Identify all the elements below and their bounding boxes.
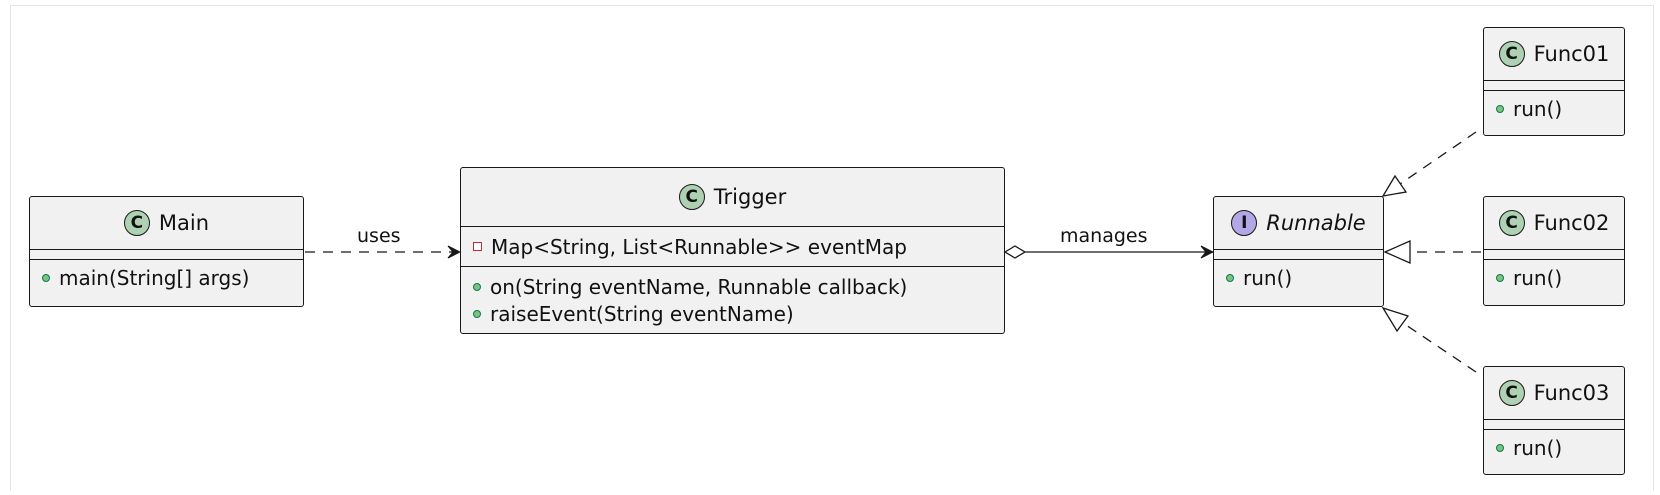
class-func01-name: Func01 xyxy=(1533,42,1610,66)
class-trigger-name: Trigger xyxy=(713,185,787,209)
class-func01-fields xyxy=(1484,81,1624,91)
field-text: Map<String, List<Runnable>> eventMap xyxy=(491,234,907,259)
class-main[interactable]: C Main main(String[] args) xyxy=(29,196,304,307)
edge-func01-realizes-runnable xyxy=(1381,131,1477,197)
class-stereotype-icon: C xyxy=(123,210,150,236)
interface-runnable-header: I Runnable xyxy=(1214,197,1383,250)
interface-stereotype-icon: I xyxy=(1231,210,1258,236)
class-func01[interactable]: C Func01 run() xyxy=(1483,27,1625,136)
class-stereotype-icon: C xyxy=(1498,41,1525,67)
public-visibility-icon xyxy=(1226,273,1234,282)
edge-label-manages: manages xyxy=(1060,225,1148,247)
class-main-name: Main xyxy=(158,211,210,235)
method-text: on(String eventName, Runnable callback) xyxy=(490,274,908,299)
interface-runnable-methods: run() xyxy=(1214,260,1383,291)
class-func01-header: C Func01 xyxy=(1484,28,1624,81)
class-func02-header: C Func02 xyxy=(1484,197,1624,250)
method-row: run() xyxy=(1226,264,1373,291)
class-func02-methods: run() xyxy=(1484,260,1624,291)
class-trigger-header: C Trigger xyxy=(461,168,1004,227)
method-row: on(String eventName, Runnable callback) xyxy=(473,273,994,300)
class-func02-fields xyxy=(1484,250,1624,260)
public-visibility-icon xyxy=(1496,273,1504,282)
interface-runnable-name: Runnable xyxy=(1266,211,1366,235)
edge-func02-realizes-runnable xyxy=(1383,240,1481,264)
class-func02[interactable]: C Func02 run() xyxy=(1483,196,1625,306)
private-visibility-icon xyxy=(473,242,482,251)
class-func03-header: C Func03 xyxy=(1484,367,1624,420)
method-row: run() xyxy=(1496,95,1614,122)
class-func02-name: Func02 xyxy=(1533,211,1610,235)
edge-func03-realizes-runnable xyxy=(1381,306,1477,373)
interface-runnable-fields xyxy=(1214,250,1383,260)
method-row: raiseEvent(String eventName) xyxy=(473,300,994,327)
class-func01-methods: run() xyxy=(1484,91,1624,122)
public-visibility-icon xyxy=(1496,104,1504,113)
class-main-fields xyxy=(30,250,303,260)
method-row: run() xyxy=(1496,434,1614,461)
method-text: main(String[] args) xyxy=(59,265,250,290)
public-visibility-icon xyxy=(1496,443,1504,452)
method-text: raiseEvent(String eventName) xyxy=(490,301,794,326)
class-stereotype-icon: C xyxy=(1498,210,1525,236)
field-row: Map<String, List<Runnable>> eventMap xyxy=(473,233,994,260)
method-text: run() xyxy=(1513,96,1563,121)
class-trigger-fields: Map<String, List<Runnable>> eventMap xyxy=(461,227,1004,267)
class-trigger[interactable]: C Trigger Map<String, List<Runnable>> ev… xyxy=(460,167,1005,334)
public-visibility-icon xyxy=(42,273,50,282)
edge-trigger-manages-runnable xyxy=(1003,245,1213,259)
class-func03-fields xyxy=(1484,420,1624,430)
method-text: run() xyxy=(1243,265,1293,290)
class-func03[interactable]: C Func03 run() xyxy=(1483,366,1625,475)
public-visibility-icon xyxy=(473,309,481,318)
class-stereotype-icon: C xyxy=(1498,380,1525,406)
class-func03-methods: run() xyxy=(1484,430,1624,461)
class-trigger-methods: on(String eventName, Runnable callback) … xyxy=(461,267,1004,327)
method-text: run() xyxy=(1513,435,1563,460)
edge-label-uses: uses xyxy=(357,225,401,247)
public-visibility-icon xyxy=(473,282,481,291)
method-text: run() xyxy=(1513,265,1563,290)
class-main-methods: main(String[] args) xyxy=(30,260,303,291)
interface-runnable[interactable]: I Runnable run() xyxy=(1213,196,1384,307)
class-main-header: C Main xyxy=(30,197,303,250)
method-row: run() xyxy=(1496,264,1614,291)
method-row: main(String[] args) xyxy=(42,264,293,291)
class-stereotype-icon: C xyxy=(678,184,705,210)
class-func03-name: Func03 xyxy=(1533,381,1610,405)
